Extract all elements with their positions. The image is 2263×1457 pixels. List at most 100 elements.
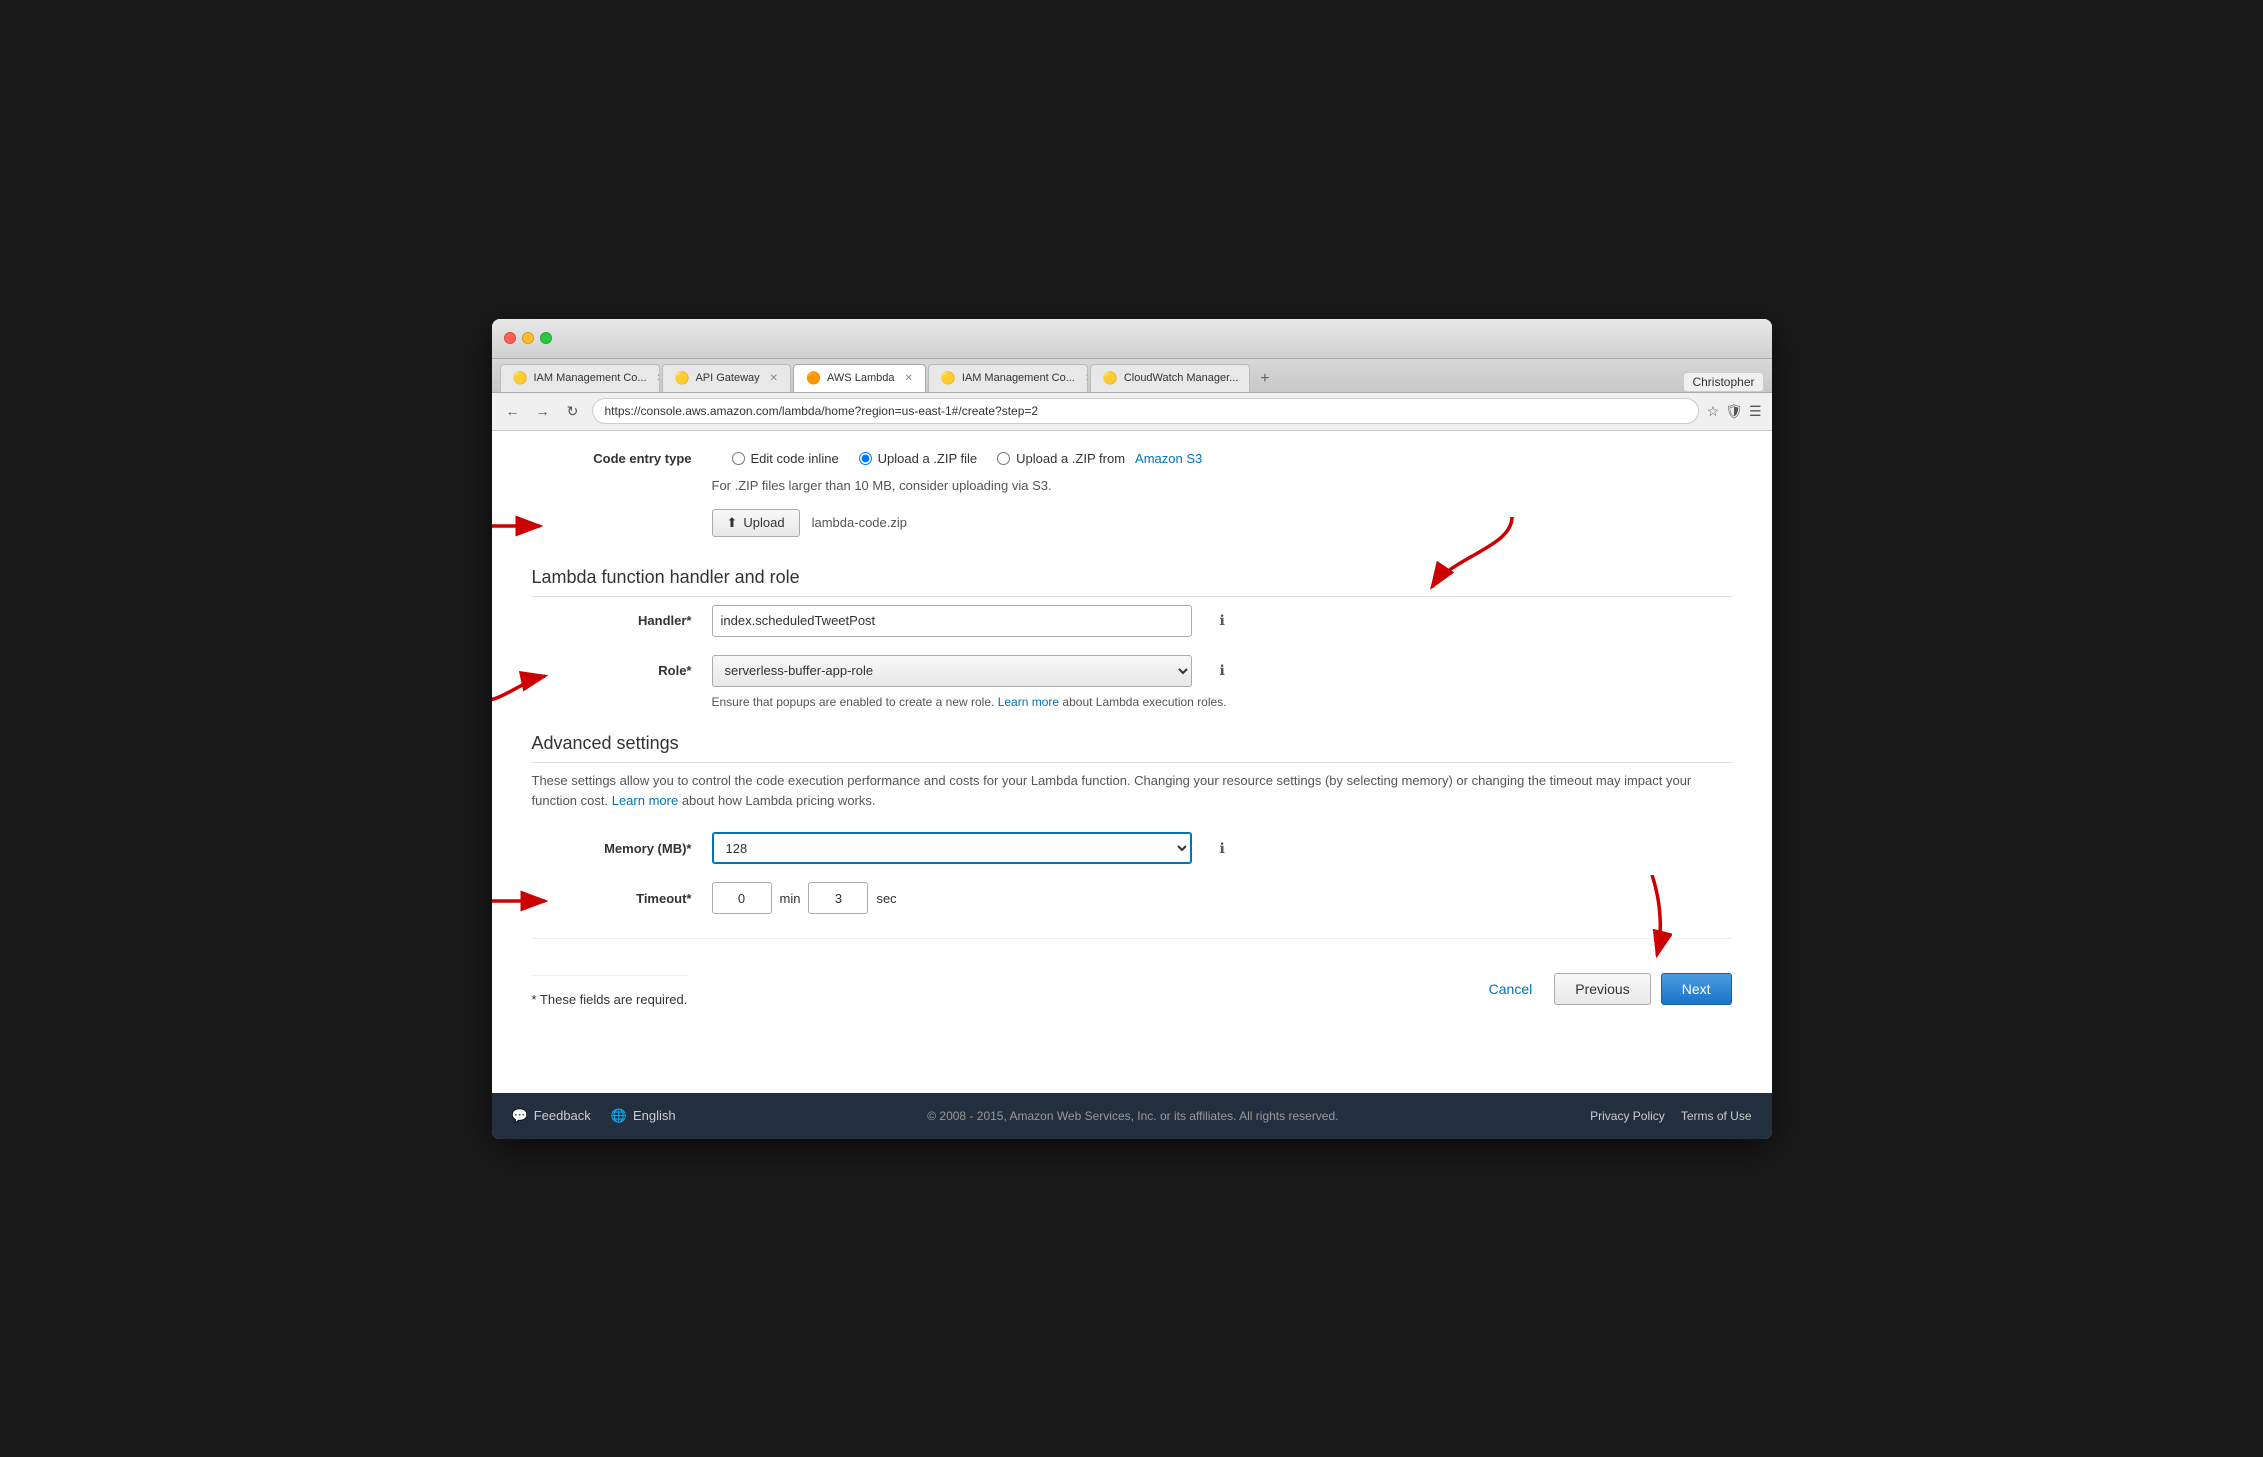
traffic-lights: [504, 332, 552, 344]
role-info-icon[interactable]: ℹ: [1220, 662, 1225, 679]
role-select[interactable]: serverless-buffer-app-role: [712, 655, 1192, 687]
memory-info-icon[interactable]: ℹ: [1220, 840, 1225, 857]
handler-control: [712, 605, 1212, 637]
tab-label: CloudWatch Manager...: [1124, 372, 1239, 384]
memory-row: Memory (MB)* 128 256 512 1024 ℹ: [532, 832, 1732, 864]
timeout-row: Timeout* min sec: [532, 882, 1732, 914]
language-label: English: [633, 1108, 676, 1123]
upload-button[interactable]: ⬆ Upload: [712, 509, 800, 537]
arrow-to-upload: [492, 511, 552, 541]
tab-label: IAM Management Co...: [533, 372, 646, 384]
menu-icon[interactable]: ☰: [1749, 403, 1762, 420]
terms-of-use-link[interactable]: Terms of Use: [1681, 1109, 1752, 1123]
memory-control: 128 256 512 1024: [712, 832, 1212, 864]
zip-notice: For .ZIP files larger than 10 MB, consid…: [712, 478, 1732, 493]
extension-icon[interactable]: 🛡: [1725, 403, 1743, 420]
cancel-button[interactable]: Cancel: [1477, 975, 1545, 1003]
role-learn-more-link[interactable]: Learn more: [998, 695, 1059, 709]
toolbar-icons: ☆ 🛡 ☰: [1707, 403, 1762, 420]
language-button[interactable]: 🌐 English: [611, 1108, 676, 1124]
handler-row: Handler* ℹ: [532, 605, 1732, 637]
tab-icon: 🟡: [941, 371, 956, 385]
main-content: Code entry type Edit code inline Upload …: [492, 431, 1772, 1093]
tabs-bar: 🟡 IAM Management Co... ✕ 🟡 API Gateway ✕…: [492, 359, 1772, 393]
timeout-sec-input[interactable]: [808, 882, 868, 914]
timeout-min-label: min: [780, 891, 801, 906]
radio-upload-zip-label: Upload a .ZIP file: [878, 451, 977, 466]
memory-select[interactable]: 128 256 512 1024: [712, 832, 1192, 864]
upload-row: ⬆ Upload lambda-code.zip: [712, 509, 1732, 537]
minimize-button[interactable]: [522, 332, 534, 344]
tab-close-awslambda[interactable]: ✕: [904, 373, 912, 384]
timeout-inputs: min sec: [712, 882, 897, 914]
handler-label: Handler*: [532, 613, 712, 628]
globe-icon: 🌐: [611, 1108, 627, 1124]
memory-label: Memory (MB)*: [532, 841, 712, 856]
timeout-label: Timeout*: [532, 891, 712, 906]
radio-inline[interactable]: Edit code inline: [732, 451, 839, 466]
code-entry-row: Code entry type Edit code inline Upload …: [532, 451, 1732, 466]
radio-upload-s3[interactable]: Upload a .ZIP from Amazon S3: [997, 451, 1202, 466]
tab-icon: 🟠: [806, 371, 821, 385]
tab-icon: 🟡: [675, 371, 690, 385]
forward-button[interactable]: →: [532, 400, 554, 422]
back-button[interactable]: ←: [502, 400, 524, 422]
tab-close-iam1[interactable]: ✕: [657, 373, 660, 384]
filename-display: lambda-code.zip: [812, 515, 907, 530]
address-input[interactable]: [592, 398, 1699, 424]
tab-cloudwatch[interactable]: 🟡 CloudWatch Manager... ✕: [1090, 364, 1250, 392]
reload-button[interactable]: ↻: [562, 400, 584, 422]
tab-icon: 🟡: [1103, 371, 1118, 385]
browser-window: 🟡 IAM Management Co... ✕ 🟡 API Gateway ✕…: [492, 319, 1772, 1139]
role-notice: Ensure that popups are enabled to create…: [712, 695, 1732, 709]
radio-upload-zip[interactable]: Upload a .ZIP file: [859, 451, 977, 466]
radio-inline-input[interactable]: [732, 452, 745, 465]
required-note: * These fields are required.: [532, 975, 688, 1007]
previous-button[interactable]: Previous: [1554, 973, 1650, 1005]
upload-icon: ⬆: [727, 515, 738, 531]
feedback-label: Feedback: [534, 1108, 591, 1123]
s3-link[interactable]: Amazon S3: [1135, 451, 1202, 466]
upload-btn-label: Upload: [743, 515, 784, 530]
user-label: Christopher: [1683, 372, 1763, 392]
role-control: serverless-buffer-app-role: [712, 655, 1212, 687]
advanced-section-title: Advanced settings: [532, 733, 1732, 763]
tab-iam1[interactable]: 🟡 IAM Management Co... ✕: [500, 364, 660, 392]
timeout-min-input[interactable]: [712, 882, 772, 914]
timeout-sec-label: sec: [876, 891, 896, 906]
next-button[interactable]: Next: [1661, 973, 1732, 1005]
tab-label: IAM Management Co...: [962, 372, 1075, 384]
radio-upload-s3-input[interactable]: [997, 452, 1010, 465]
title-bar: [492, 319, 1772, 359]
bottom-area: * These fields are required. Cancel: [532, 938, 1732, 1007]
action-bar: Cancel Previous Next: [1477, 973, 1732, 1005]
tab-icon: 🟡: [513, 371, 528, 385]
tab-close-cloudwatch[interactable]: ✕: [1248, 373, 1250, 384]
tab-label: API Gateway: [695, 372, 759, 384]
maximize-button[interactable]: [540, 332, 552, 344]
arrow-to-handler: [1412, 517, 1532, 600]
copyright-text: © 2008 - 2015, Amazon Web Services, Inc.…: [696, 1109, 1571, 1123]
role-label: Role*: [532, 663, 712, 678]
tab-close-apigateway[interactable]: ✕: [770, 373, 778, 384]
tab-apigateway[interactable]: 🟡 API Gateway ✕: [662, 364, 792, 392]
radio-upload-zip-input[interactable]: [859, 452, 872, 465]
code-entry-label: Code entry type: [532, 451, 712, 466]
handler-input[interactable]: [712, 605, 1192, 637]
feedback-button[interactable]: 💬 Feedback: [512, 1108, 591, 1124]
tab-iam2[interactable]: 🟡 IAM Management Co... ✕: [928, 364, 1088, 392]
footer: 💬 Feedback 🌐 English © 2008 - 2015, Amaz…: [492, 1093, 1772, 1139]
advanced-description: These settings allow you to control the …: [532, 771, 1732, 813]
handler-role-section-title: Lambda function handler and role: [532, 567, 1732, 597]
tab-close-iam2[interactable]: ✕: [1085, 373, 1088, 384]
new-tab-button[interactable]: +: [1252, 366, 1278, 392]
privacy-policy-link[interactable]: Privacy Policy: [1590, 1109, 1665, 1123]
arrow-to-next: [1592, 875, 1672, 968]
address-bar: ← → ↻ ☆ 🛡 ☰: [492, 393, 1772, 431]
close-button[interactable]: [504, 332, 516, 344]
handler-info-icon[interactable]: ℹ: [1220, 612, 1225, 629]
role-row: Role* serverless-buffer-app-role ℹ: [532, 655, 1732, 687]
bookmark-icon[interactable]: ☆: [1707, 403, 1720, 420]
pricing-learn-more-link[interactable]: Learn more: [612, 793, 678, 808]
tab-awslambda[interactable]: 🟠 AWS Lambda ✕: [793, 364, 926, 392]
